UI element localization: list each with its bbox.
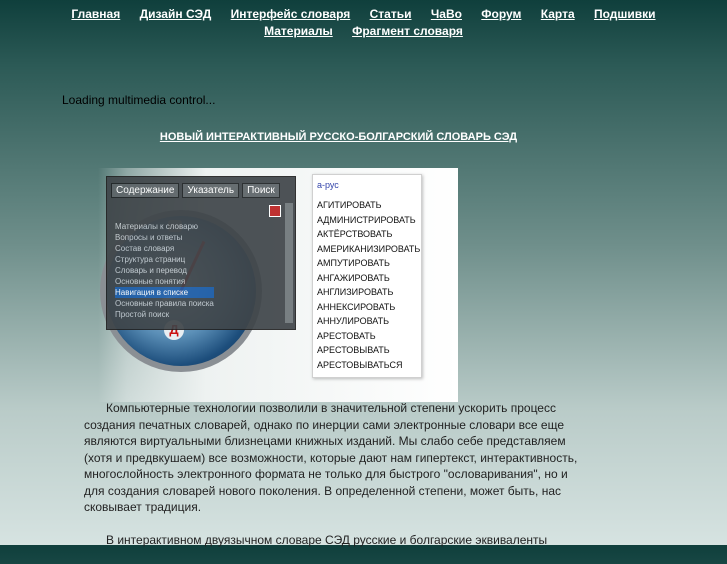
nav-link-faq[interactable]: ЧаВо xyxy=(431,7,462,21)
toolbar-icon[interactable] xyxy=(269,205,281,217)
tree-item[interactable]: Материалы к словарю xyxy=(115,221,214,232)
nav-row-1: Главная Дизайн СЭД Интерфейс словаря Ста… xyxy=(0,6,727,23)
word-list: а-рус АГИТИРОВАТЬ АДМИНИСТРИРОВАТЬ АКТЁР… xyxy=(312,174,422,378)
nav-link-fragment[interactable]: Фрагмент словаря xyxy=(352,24,463,38)
word-list-item[interactable]: АРЕСТОВАТЬ xyxy=(313,329,421,344)
word-list-item[interactable]: АННЕКСИРОВАТЬ xyxy=(313,300,421,315)
tree-item[interactable]: Словарь и перевод xyxy=(115,265,214,276)
nav-link-archive[interactable]: Подшивки xyxy=(594,7,656,21)
contents-tree: Материалы к словарю Вопросы и ответы Сос… xyxy=(115,221,214,320)
word-list-item[interactable]: АГИТИРОВАТЬ xyxy=(313,198,421,213)
paragraph: В интерактивном двуязычном словаре СЭД р… xyxy=(106,532,548,547)
word-list-item[interactable]: АНГЛИЗИРОВАТЬ xyxy=(313,285,421,300)
word-list-item[interactable]: АДМИНИСТРИРОВАТЬ xyxy=(313,213,421,228)
top-navigation: Главная Дизайн СЭД Интерфейс словаря Ста… xyxy=(0,6,727,40)
help-tabs: Содержание Указатель Поиск xyxy=(111,183,280,198)
tree-item[interactable]: Вопросы и ответы xyxy=(115,232,214,243)
article-text: Компьютерные технологии позволили в знач… xyxy=(84,400,584,564)
nav-link-forum[interactable]: Форум xyxy=(481,7,521,21)
dictionary-screenshot: Д Содержание Указатель Поиск Материалы к… xyxy=(98,168,458,402)
tree-item-selected[interactable]: Навигация в списке xyxy=(115,287,214,298)
nav-link-map[interactable]: Карта xyxy=(541,7,575,21)
nav-link-materials[interactable]: Материалы xyxy=(264,24,333,38)
nav-link-interface[interactable]: Интерфейс словаря xyxy=(231,7,351,21)
help-panel: Содержание Указатель Поиск Материалы к с… xyxy=(106,176,296,330)
loading-message: Loading multimedia control... xyxy=(62,93,216,107)
word-list-item[interactable]: АРЕСТОВЫВАТЬ xyxy=(313,343,421,358)
tab-search[interactable]: Поиск xyxy=(242,183,280,198)
tree-item[interactable]: Структура страниц xyxy=(115,254,214,265)
page-headline-link[interactable]: НОВЫЙ ИНТЕРАКТИВНЫЙ РУССКО-БОЛГАРСКИЙ СЛ… xyxy=(0,131,677,143)
tab-index[interactable]: Указатель xyxy=(182,183,240,198)
word-list-item[interactable]: АНГАЖИРОВАТЬ xyxy=(313,271,421,286)
nav-row-2: Материалы Фрагмент словаря xyxy=(0,23,727,40)
tree-item[interactable]: Основные понятия xyxy=(115,276,214,287)
nav-link-articles[interactable]: Статьи xyxy=(370,7,412,21)
nav-link-design[interactable]: Дизайн СЭД xyxy=(140,7,212,21)
word-list-header: а-рус xyxy=(317,180,339,190)
word-list-item[interactable]: АМЕРИКАНИЗИРОВАТЬ xyxy=(313,242,421,257)
nav-link-home[interactable]: Главная xyxy=(71,7,120,21)
word-list-item[interactable]: АКТЁРСТВОВАТЬ xyxy=(313,227,421,242)
tree-item[interactable]: Состав словаря xyxy=(115,243,214,254)
tree-item[interactable]: Простой поиск xyxy=(115,309,214,320)
word-list-item[interactable]: АННУЛИРОВАТЬ xyxy=(313,314,421,329)
word-list-item[interactable]: АРЕСТОВЫВАТЬСЯ xyxy=(313,358,421,373)
tab-contents[interactable]: Содержание xyxy=(111,183,180,198)
panel-scrollbar[interactable] xyxy=(285,203,293,323)
word-list-item[interactable]: АМПУТИРОВАТЬ xyxy=(313,256,421,271)
paragraph: Компьютерные технологии позволили в знач… xyxy=(84,401,578,514)
tree-item[interactable]: Основные правила поиска xyxy=(115,298,214,309)
